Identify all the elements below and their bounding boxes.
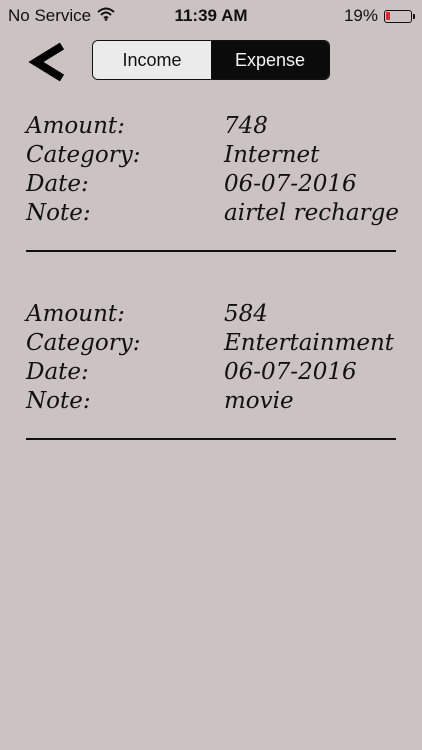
income-expense-toggle[interactable]: Income Expense (92, 40, 330, 80)
status-right: 19% (343, 6, 415, 26)
amount-label: Amount: (26, 301, 125, 327)
amount-row: Amount: 584 (26, 300, 396, 329)
note-row: Note: movie (26, 387, 396, 416)
expense-records-list: Amount: 748 Category: Internet Date: 06-… (26, 112, 399, 488)
note-value: airtel recharge (224, 200, 399, 226)
amount-value: 748 (224, 113, 268, 139)
divider (26, 250, 396, 252)
amount-value: 584 (224, 301, 268, 327)
date-label: Date: (26, 359, 89, 385)
date-row: Date: 06-07-2016 (26, 170, 396, 199)
category-row: Category: Entertainment (26, 329, 396, 358)
status-bar: No Service 11:39 AM 19% (0, 0, 422, 34)
note-label: Note: (26, 200, 91, 226)
list-item: Amount: 748 Category: Internet Date: 06-… (26, 112, 399, 300)
date-label: Date: (26, 171, 89, 197)
divider (26, 438, 396, 440)
back-button[interactable] (26, 38, 70, 86)
list-item: Amount: 584 Category: Entertainment Date… (26, 300, 396, 488)
amount-row: Amount: 748 (26, 112, 396, 141)
date-row: Date: 06-07-2016 (26, 358, 396, 387)
note-row: Note: airtel recharge (26, 199, 399, 228)
battery-level-fill (386, 11, 390, 20)
chevron-left-icon (28, 42, 65, 82)
date-value: 06-07-2016 (224, 171, 357, 197)
tab-expense[interactable]: Expense (211, 41, 329, 79)
battery-icon (384, 9, 415, 23)
category-row: Category: Internet (26, 141, 396, 170)
amount-label: Amount: (26, 113, 125, 139)
category-value: Entertainment (224, 330, 395, 356)
category-label: Category: (26, 142, 141, 168)
tab-income[interactable]: Income (93, 41, 211, 79)
battery-percent: 19% (343, 6, 378, 25)
note-value: movie (224, 388, 294, 414)
date-value: 06-07-2016 (224, 359, 357, 385)
note-label: Note: (26, 388, 91, 414)
category-label: Category: (26, 330, 141, 356)
category-value: Internet (224, 142, 320, 168)
